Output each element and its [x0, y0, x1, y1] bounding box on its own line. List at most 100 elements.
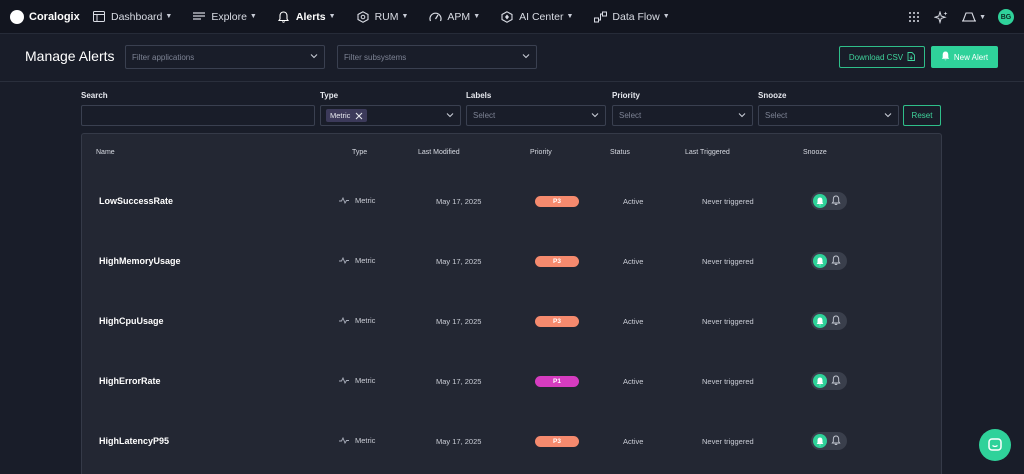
alert-name[interactable]: HighMemoryUsage — [99, 256, 181, 266]
bell-icon — [277, 10, 291, 24]
chevron-down-icon — [446, 111, 454, 121]
bell-icon — [941, 51, 950, 63]
snooze-toggle[interactable] — [811, 192, 847, 210]
column-header-snooze[interactable]: Snooze — [803, 149, 827, 156]
table-row[interactable]: HighLatencyP95 Metric May 17, 2025 P3 Active… — [82, 412, 941, 472]
environment-icon[interactable]: ▼ — [962, 12, 986, 22]
table-row[interactable]: HighMemoryUsage Metric May 17, 2025 P3 Activ… — [82, 232, 941, 292]
alert-type: Metric — [339, 316, 375, 325]
nav-explore[interactable]: Explore ▼ — [192, 10, 257, 24]
alert-type: Metric — [339, 256, 375, 265]
nav-rum[interactable]: RUM ▼ — [356, 10, 408, 24]
alert-status: Active — [623, 377, 644, 386]
alert-last-triggered: Never triggered — [702, 377, 754, 386]
table-row[interactable]: HighErrorRate Metric May 17, 2025 P1 Active N… — [82, 352, 941, 412]
alert-type-label: Metric — [355, 196, 376, 205]
search-input[interactable] — [81, 105, 315, 126]
alert-name[interactable]: HighCpuUsage — [99, 316, 164, 326]
nav-data-flow[interactable]: Data Flow ▼ — [593, 10, 670, 24]
column-header-status[interactable]: Status — [610, 149, 630, 156]
labels-select[interactable]: Select — [466, 105, 606, 126]
brand[interactable]: Coralogix — [10, 9, 92, 24]
chevron-down-icon — [522, 52, 530, 62]
snooze-select[interactable]: Select — [758, 105, 899, 126]
metric-icon — [339, 197, 349, 204]
type-select[interactable]: Metric — [320, 105, 461, 126]
coralogix-logo — [10, 9, 24, 24]
column-header-last-triggered[interactable]: Last Triggered — [685, 149, 730, 156]
filter-applications-placeholder: Filter applications — [132, 52, 195, 62]
nav-ai-center[interactable]: AI Center ▼ — [500, 10, 573, 24]
priority-badge: P3 — [535, 256, 579, 267]
alert-type-label: Metric — [355, 436, 376, 445]
table-row[interactable]: LowSuccessRate Metric May 17, 2025 P3 Active… — [82, 172, 941, 232]
column-header-type[interactable]: Type — [352, 149, 367, 156]
alert-last-modified: May 17, 2025 — [436, 197, 482, 206]
nav-ai-center-label: AI Center — [519, 10, 564, 23]
new-alert-label: New Alert — [953, 52, 989, 62]
snooze-toggle[interactable] — [811, 432, 847, 450]
metric-icon — [339, 317, 349, 324]
alert-last-triggered: Never triggered — [702, 257, 754, 266]
snooze-toggle[interactable] — [811, 252, 847, 270]
priority-badge: P3 — [535, 436, 579, 447]
priority-label: Priority — [612, 91, 641, 100]
snooze-toggle[interactable] — [811, 372, 847, 390]
avatar[interactable]: BG — [998, 9, 1014, 25]
data-flow-icon — [593, 10, 607, 24]
search-label: Search — [81, 91, 108, 100]
alert-type-label: Metric — [355, 316, 376, 325]
bell-icon — [813, 374, 827, 388]
alert-name[interactable]: HighErrorRate — [99, 376, 161, 386]
page-title: Manage Alerts — [25, 48, 115, 64]
filter-subsystems-select[interactable]: Filter subsystems — [337, 45, 537, 69]
alert-last-modified: May 17, 2025 — [436, 257, 482, 266]
priority-badge: P3 — [535, 196, 579, 207]
bell-snooze-icon — [831, 315, 841, 326]
chevron-down-icon: ▼ — [662, 13, 670, 20]
bell-snooze-icon — [831, 435, 841, 446]
nav-alerts[interactable]: Alerts ▼ — [277, 10, 336, 24]
filter-applications-select[interactable]: Filter applications — [125, 45, 325, 69]
apps-grid-icon[interactable] — [908, 11, 920, 23]
chevron-down-icon — [738, 111, 746, 121]
alert-last-triggered: Never triggered — [702, 317, 754, 326]
alert-type: Metric — [339, 196, 375, 205]
chat-launcher-button[interactable] — [979, 429, 1011, 461]
alerts-table: Name Type Last Modified Priority Status … — [81, 133, 942, 474]
reset-button[interactable]: Reset — [903, 105, 941, 126]
column-header-priority[interactable]: Priority — [530, 149, 552, 156]
sparkle-icon[interactable] — [934, 10, 948, 24]
type-chip: Metric — [326, 109, 368, 122]
alert-name[interactable]: HighLatencyP95 — [99, 436, 169, 446]
nav-apm[interactable]: APM ▼ — [428, 10, 480, 24]
column-header-name[interactable]: Name — [96, 149, 115, 156]
labels-label: Labels — [466, 91, 492, 100]
table-row[interactable]: HighCpuUsage Metric May 17, 2025 P3 Active Ne… — [82, 292, 941, 352]
chevron-down-icon: ▼ — [473, 13, 481, 20]
alert-name[interactable]: LowSuccessRate — [99, 196, 173, 206]
bell-icon — [813, 194, 827, 208]
nav-data-flow-label: Data Flow — [612, 10, 660, 23]
bell-icon — [813, 254, 827, 268]
priority-select[interactable]: Select — [612, 105, 753, 126]
alert-last-modified: May 17, 2025 — [436, 317, 482, 326]
column-header-last-modified[interactable]: Last Modified — [418, 149, 460, 156]
download-csv-button[interactable]: Download CSV — [839, 46, 925, 68]
chevron-down-icon: ▼ — [979, 13, 986, 21]
bell-snooze-icon — [831, 195, 841, 206]
snooze-toggle[interactable] — [811, 312, 847, 330]
alert-last-modified: May 17, 2025 — [436, 437, 482, 446]
nav-dashboard[interactable]: Dashboard ▼ — [92, 10, 172, 24]
alert-type: Metric — [339, 376, 375, 385]
apm-gauge-icon — [428, 10, 442, 24]
alert-last-modified: May 17, 2025 — [436, 377, 482, 386]
nav-alerts-label: Alerts — [295, 10, 326, 23]
new-alert-button[interactable]: New Alert — [931, 46, 998, 68]
type-chip-label: Metric — [330, 111, 351, 120]
chevron-down-icon: ▼ — [165, 13, 173, 20]
close-icon[interactable] — [355, 112, 363, 120]
bell-icon — [813, 314, 827, 328]
alert-status: Active — [623, 257, 644, 266]
labels-placeholder: Select — [473, 111, 496, 120]
